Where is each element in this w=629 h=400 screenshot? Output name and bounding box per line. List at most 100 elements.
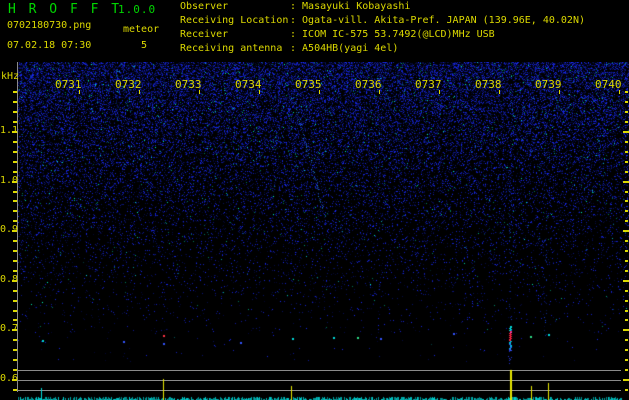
freq-tick-right — [625, 191, 628, 193]
info-row-receiver: Receiver : ICOM IC-575 53.7492(@LCD)MHz … — [180, 30, 495, 40]
freq-tick-right — [625, 240, 628, 242]
time-tick — [259, 90, 260, 94]
freq-tick-right — [625, 359, 628, 361]
time-label: 0733 — [175, 78, 202, 91]
freq-tick-left — [13, 240, 17, 242]
freq-tick-left — [13, 389, 17, 391]
freq-tick-right — [625, 151, 628, 153]
freq-tick-right — [625, 389, 628, 391]
info-separator: : — [290, 43, 297, 54]
time-label: 0732 — [115, 78, 142, 91]
freq-tick-left — [13, 250, 17, 252]
time-tick — [559, 90, 560, 94]
output-filename: 0702180730.png — [7, 20, 92, 31]
freq-tick-left — [13, 339, 17, 341]
freq-tick-left — [13, 210, 17, 212]
freq-tick-right — [625, 141, 628, 143]
freq-tick-right — [625, 369, 628, 371]
time-tick — [379, 90, 380, 94]
info-label: Receiving Location — [180, 15, 289, 26]
freq-tick-right — [625, 101, 628, 103]
freq-tick-right — [625, 161, 628, 163]
freq-tick-left — [12, 280, 17, 282]
info-value: Masayuki Kobayashi — [302, 1, 411, 12]
freq-tick-left — [13, 101, 17, 103]
freq-tick-right — [625, 270, 628, 272]
info-value: A504HB(yagi 4el) — [302, 43, 399, 54]
app-title: H R O F F T — [8, 2, 122, 17]
freq-tick-left — [13, 121, 17, 123]
freq-tick-right — [625, 111, 628, 113]
time-tick — [319, 90, 320, 94]
app-version: 1.0.0 — [118, 3, 157, 16]
hrofft-window: H R O F F T 1.0.0 0702180730.png meteor … — [0, 0, 629, 400]
datetime-label: 07.02.18 07:30 — [7, 40, 92, 51]
freq-tick-left — [13, 191, 17, 193]
info-row-observer: Observer : Masayuki Kobayashi — [180, 2, 410, 12]
freq-tick-right — [623, 230, 629, 232]
info-label: Receiving antenna — [180, 43, 283, 54]
time-tick — [199, 90, 200, 94]
mode-label: meteor — [123, 24, 160, 35]
time-label: 0740 — [595, 78, 622, 91]
info-separator: : — [290, 15, 297, 26]
freq-tick-left — [13, 359, 17, 361]
time-label: 0735 — [295, 78, 322, 91]
freq-unit-label: kHz — [1, 71, 20, 82]
time-tick — [139, 90, 140, 94]
freq-tick-right — [625, 260, 628, 262]
freq-tick-left — [13, 141, 17, 143]
info-value: ICOM IC-575 53.7492(@LCD)MHz USB — [302, 29, 495, 40]
freq-tick-left — [13, 91, 17, 93]
freq-tick-left — [12, 131, 17, 133]
time-label: 0734 — [235, 78, 262, 91]
freq-tick-right — [625, 319, 628, 321]
freq-tick-left — [13, 161, 17, 163]
freq-tick-left — [13, 349, 17, 351]
freq-tick-left — [12, 181, 17, 183]
freq-tick-right — [625, 171, 628, 173]
info-value: Ogata-vill. Akita-Pref. JAPAN (139.96E, … — [302, 15, 585, 26]
freq-tick-right — [623, 280, 629, 282]
time-label: 0739 — [535, 78, 562, 91]
info-row-location: Receiving Location : Ogata-vill. Akita-P… — [180, 16, 585, 26]
freq-tick-right — [625, 300, 628, 302]
spectrogram-canvas — [18, 62, 629, 400]
freq-tick-right — [625, 220, 628, 222]
time-label: 0738 — [475, 78, 502, 91]
time-label: 0731 — [55, 78, 82, 91]
freq-tick-left — [13, 290, 17, 292]
freq-tick-left — [12, 230, 17, 232]
freq-tick-right — [625, 310, 628, 312]
info-separator: : — [290, 29, 297, 40]
freq-tick-right — [625, 339, 628, 341]
freq-tick-left — [13, 300, 17, 302]
freq-tick-right — [623, 329, 629, 331]
freq-tick-left — [12, 329, 17, 331]
info-separator: : — [290, 1, 297, 12]
info-row-antenna: Receiving antenna : A504HB(yagi 4el) — [180, 44, 398, 54]
freq-tick-right — [625, 91, 628, 93]
freq-tick-left — [13, 270, 17, 272]
freq-tick-left — [13, 310, 17, 312]
freq-tick-left — [13, 200, 17, 202]
freq-tick-right — [625, 349, 628, 351]
info-label: Receiver — [180, 29, 229, 40]
freq-tick-right — [625, 250, 628, 252]
freq-tick-right — [625, 200, 628, 202]
freq-tick-left — [13, 319, 17, 321]
freq-tick-left — [13, 260, 17, 262]
time-tick — [79, 90, 80, 94]
freq-tick-right — [625, 210, 628, 212]
time-label: 0736 — [355, 78, 382, 91]
time-tick — [499, 90, 500, 94]
time-tick — [439, 90, 440, 94]
time-label: 0737 — [415, 78, 442, 91]
freq-tick-right — [625, 290, 628, 292]
freq-tick-left — [13, 151, 17, 153]
freq-tick-left — [13, 369, 17, 371]
freq-tick-left — [13, 111, 17, 113]
info-label: Observer — [180, 1, 229, 12]
freq-tick-left — [13, 171, 17, 173]
freq-tick-left — [13, 220, 17, 222]
